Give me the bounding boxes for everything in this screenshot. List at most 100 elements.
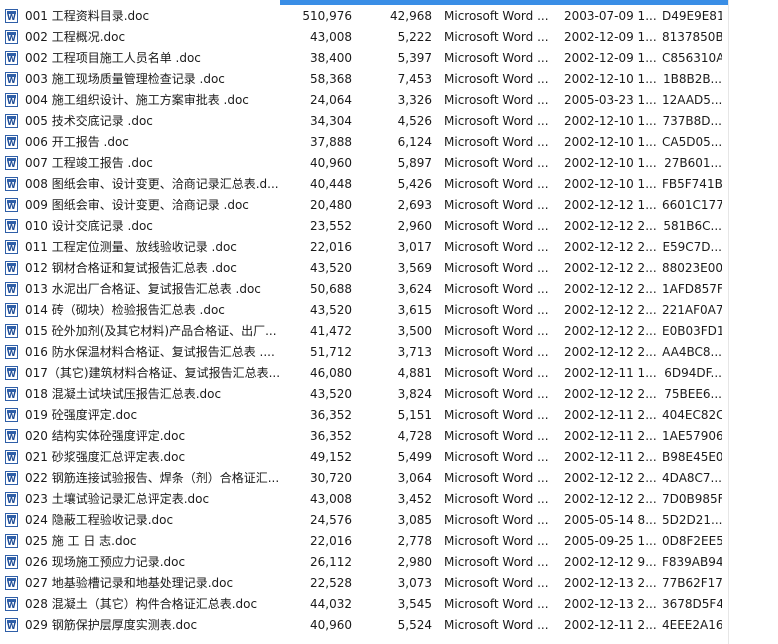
crc-value: E0B03FD1 — [662, 324, 722, 338]
file-name: 004 施工组织设计、施工方案审批表 .doc — [25, 93, 249, 107]
file-name: 003 施工现场质量管理检查记录 .doc — [25, 72, 225, 86]
packed-size: 5,151 — [397, 408, 432, 422]
file-row[interactable]: 024 隐蔽工程验收记录.doc 24,576 3,085 Microsoft … — [0, 510, 778, 531]
word-document-icon — [5, 30, 18, 44]
file-name: 001 工程资料目录.doc — [25, 9, 150, 23]
packed-size: 3,713 — [397, 345, 432, 359]
packed-size: 5,222 — [397, 30, 432, 44]
modified-date: 2002-12-10 1... — [564, 156, 657, 170]
file-row[interactable]: 022 钢筋连接试验报告、焊条（剂）合格证汇... 30,720 3,064 M… — [0, 468, 778, 489]
file-row[interactable]: 025 施 工 日 志.doc 22,016 2,778 Microsoft W… — [0, 531, 778, 552]
modified-date: 2002-12-12 2... — [564, 219, 657, 233]
word-document-icon — [5, 408, 18, 422]
file-row[interactable]: 018 混凝土试块试压报告汇总表.doc 43,520 3,824 Micros… — [0, 384, 778, 405]
crc-value: E59C7D... — [662, 240, 722, 254]
file-name: 020 结构实体砼强度评定.doc — [25, 429, 186, 443]
file-row[interactable]: 003 施工现场质量管理检查记录 .doc 58,368 7,453 Micro… — [0, 69, 778, 90]
file-type: Microsoft Word ... — [444, 492, 549, 506]
file-row[interactable]: 007 工程竣工报告 .doc 40,960 5,897 Microsoft W… — [0, 153, 778, 174]
file-type: Microsoft Word ... — [444, 303, 549, 317]
word-document-icon — [5, 555, 18, 569]
file-size: 26,112 — [310, 555, 352, 569]
file-name: 012 钢材合格证和复试报告汇总表 .doc — [25, 261, 237, 275]
file-row[interactable]: 021 砂浆强度汇总评定表.doc 49,152 5,499 Microsoft… — [0, 447, 778, 468]
file-row[interactable]: 012 钢材合格证和复试报告汇总表 .doc 43,520 3,569 Micr… — [0, 258, 778, 279]
file-name: 021 砂浆强度汇总评定表.doc — [25, 450, 186, 464]
packed-size: 5,524 — [397, 618, 432, 632]
file-row[interactable]: 010 设计交底记录 .doc 23,552 2,960 Microsoft W… — [0, 216, 778, 237]
packed-size: 5,499 — [397, 450, 432, 464]
file-name: 005 技术交底记录 .doc — [25, 114, 153, 128]
modified-date: 2002-12-10 1... — [564, 114, 657, 128]
modified-date: 2005-05-14 8... — [564, 513, 657, 527]
file-type: Microsoft Word ... — [444, 576, 549, 590]
modified-date: 2002-12-12 2... — [564, 282, 657, 296]
file-name: 029 钢筋保护层厚度实测表.doc — [25, 618, 198, 632]
packed-size: 5,397 — [397, 51, 432, 65]
file-type: Microsoft Word ... — [444, 387, 549, 401]
file-type: Microsoft Word ... — [444, 9, 549, 23]
file-row[interactable]: 028 混凝土（其它）构件合格证汇总表.doc 44,032 3,545 Mic… — [0, 594, 778, 615]
file-size: 37,888 — [310, 135, 352, 149]
crc-value: D49E9E81 — [662, 9, 722, 23]
file-row[interactable]: 006 开工报告 .doc 37,888 6,124 Microsoft Wor… — [0, 132, 778, 153]
file-name: 002 工程概况.doc — [25, 30, 126, 44]
file-name: 010 设计交底记录 .doc — [25, 219, 153, 233]
file-row[interactable]: 011 工程定位测量、放线验收记录 .doc 22,016 3,017 Micr… — [0, 237, 778, 258]
file-row[interactable]: 004 施工组织设计、施工方案审批表 .doc 24,064 3,326 Mic… — [0, 90, 778, 111]
file-size: 40,960 — [310, 156, 352, 170]
modified-date: 2002-12-12 2... — [564, 240, 657, 254]
file-type: Microsoft Word ... — [444, 51, 549, 65]
modified-date: 2002-12-10 1... — [564, 177, 657, 191]
packed-size: 3,326 — [397, 93, 432, 107]
word-document-icon — [5, 156, 18, 170]
file-type: Microsoft Word ... — [444, 240, 549, 254]
packed-size: 6,124 — [397, 135, 432, 149]
file-row[interactable]: 019 砼强度评定.doc 36,352 5,151 Microsoft Wor… — [0, 405, 778, 426]
word-document-icon — [5, 219, 18, 233]
modified-date: 2003-07-09 1... — [564, 9, 657, 23]
packed-size: 3,064 — [397, 471, 432, 485]
file-row[interactable]: 009 图纸会审、设计变更、洽商记录 .doc 20,480 2,693 Mic… — [0, 195, 778, 216]
file-row[interactable]: 014 砖（砌块）检验报告汇总表 .doc 43,520 3,615 Micro… — [0, 300, 778, 321]
file-row[interactable]: 008 图纸会审、设计变更、洽商记录汇总表.d... 40,448 5,426 … — [0, 174, 778, 195]
file-row[interactable]: 029 钢筋保护层厚度实测表.doc 40,960 5,524 Microsof… — [0, 615, 778, 636]
file-type: Microsoft Word ... — [444, 219, 549, 233]
modified-date: 2002-12-10 1... — [564, 135, 657, 149]
modified-date: 2005-03-23 1... — [564, 93, 657, 107]
file-row[interactable]: 016 防水保温材料合格证、复试报告汇总表 .... 51,712 3,713 … — [0, 342, 778, 363]
file-size: 20,480 — [310, 198, 352, 212]
file-row[interactable]: 001 工程资料目录.doc 510,976 42,968 Microsoft … — [0, 6, 778, 27]
file-type: Microsoft Word ... — [444, 555, 549, 569]
file-row[interactable]: 015 砼外加剂(及其它材料)产品合格证、出厂... 41,472 3,500 … — [0, 321, 778, 342]
packed-size: 2,693 — [397, 198, 432, 212]
crc-value: 4DA8C7... — [662, 471, 722, 485]
file-name: 002 工程项目施工人员名单 .doc — [25, 51, 201, 65]
packed-size: 3,452 — [397, 492, 432, 506]
file-size: 44,032 — [310, 597, 352, 611]
file-size: 510,976 — [302, 9, 352, 23]
file-type: Microsoft Word ... — [444, 93, 549, 107]
crc-value: 7D0B985F — [662, 492, 722, 506]
crc-value: C856310A — [662, 51, 722, 65]
file-row[interactable]: 017（其它)建筑材料合格证、复试报告汇总表.... 46,080 4,881 … — [0, 363, 778, 384]
file-row[interactable]: 023 土壤试验记录汇总评定表.doc 43,008 3,452 Microso… — [0, 489, 778, 510]
packed-size: 3,085 — [397, 513, 432, 527]
crc-value: 12AAD5... — [662, 93, 722, 107]
file-type: Microsoft Word ... — [444, 282, 549, 296]
file-size: 36,352 — [310, 408, 352, 422]
file-row[interactable]: 026 现场施工预应力记录.doc 26,112 2,980 Microsoft… — [0, 552, 778, 573]
file-row[interactable]: 013 水泥出厂合格证、复试报告汇总表 .doc 50,688 3,624 Mi… — [0, 279, 778, 300]
crc-value: F839AB94 — [662, 555, 722, 569]
file-row[interactable]: 027 地基验槽记录和地基处理记录.doc 22,528 3,073 Micro… — [0, 573, 778, 594]
word-document-icon — [5, 471, 18, 485]
word-document-icon — [5, 93, 18, 107]
file-row[interactable]: 002 工程项目施工人员名单 .doc 38,400 5,397 Microso… — [0, 48, 778, 69]
file-row[interactable]: 020 结构实体砼强度评定.doc 36,352 4,728 Microsoft… — [0, 426, 778, 447]
modified-date: 2002-12-13 2... — [564, 597, 657, 611]
file-size: 49,152 — [310, 450, 352, 464]
file-size: 22,016 — [310, 240, 352, 254]
file-row[interactable]: 005 技术交底记录 .doc 34,304 4,526 Microsoft W… — [0, 111, 778, 132]
file-row[interactable]: 002 工程概况.doc 43,008 5,222 Microsoft Word… — [0, 27, 778, 48]
modified-date: 2005-09-25 1... — [564, 534, 657, 548]
